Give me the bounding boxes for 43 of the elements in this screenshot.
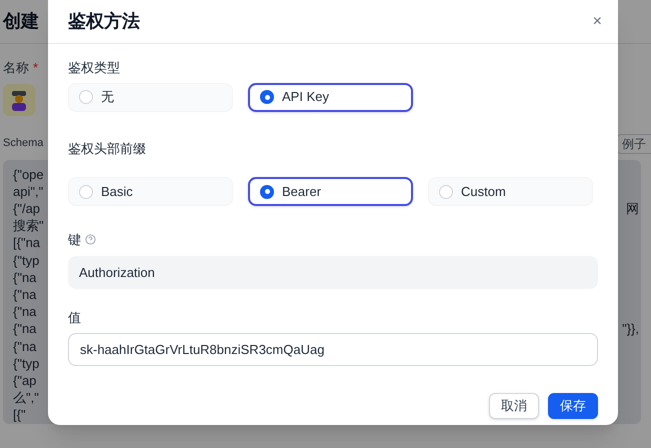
code-line: {"typ [13,354,40,372]
code-line: "}}, [622,320,639,338]
avatar-icon[interactable] [3,84,35,116]
code-line: 网 [626,200,639,218]
save-button[interactable]: 保存 [548,393,598,419]
field-label: Schema [3,136,44,152]
code-line: {"ope [13,166,44,183]
page-title: 创建 [3,10,39,33]
value-field[interactable]: sk-haahIrGtaGrVrLtuR8bnziSR3cmQaUag [68,333,598,366]
dialog-title: 鉴权方法 [68,10,140,33]
code-line: [{" [13,406,26,424]
help-icon[interactable] [85,234,96,246]
code-line: [{"na [13,234,40,252]
radio-option[interactable]: API Key [248,82,413,112]
field-label: 值 [68,310,81,324]
field-label: 鉴权类型 [68,60,120,75]
code-line: 搜索" [13,217,44,234]
code-line: {"/ap [13,200,40,218]
key-field[interactable]: Authorization [68,256,598,288]
code-line: {"na [13,303,36,320]
field-label: 鉴权头部前缀 [68,140,146,156]
code-line: {"na [13,338,36,355]
code-line: api"," [13,182,44,200]
radio-option[interactable]: 无 [68,82,233,112]
field-label: 名称 [3,59,29,77]
code-line: {"na [13,268,36,286]
radio-icon [79,184,93,198]
code-line: 么"," [13,389,39,406]
radio-icon [79,90,93,104]
radio-checked-icon [260,90,274,104]
code-line: {"ap [13,372,36,390]
close-button[interactable]: × [592,10,602,34]
field-label: 键 [68,231,81,249]
radio-option[interactable]: Custom [428,177,593,206]
code-line: {"na [13,320,36,338]
code-line: {"na [13,286,36,304]
radio-option[interactable]: Bearer [248,177,413,206]
code-line: {"typ [13,252,40,269]
cancel-button[interactable]: 取消 [489,393,539,419]
radio-icon [439,184,453,198]
required-mark: * [33,59,38,77]
radio-checked-icon [260,184,274,198]
radio-option[interactable]: Basic [68,177,233,206]
